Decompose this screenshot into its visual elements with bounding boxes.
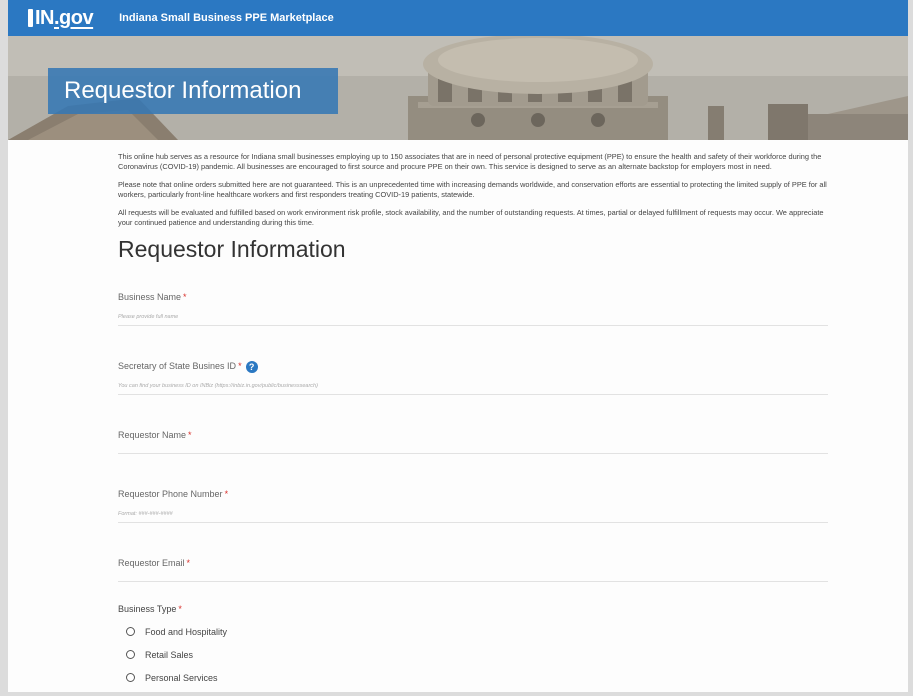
intro-paragraph: This online hub serves as a resource for… bbox=[118, 152, 822, 171]
required-marker: * bbox=[178, 604, 182, 614]
requestor-phone-label: Requestor Phone Number bbox=[118, 489, 223, 499]
radio-button[interactable] bbox=[126, 673, 135, 682]
hero-title: Requestor Information bbox=[48, 68, 338, 114]
in-gov-logo[interactable]: IN .gov bbox=[28, 6, 94, 30]
help-icon[interactable]: ? bbox=[245, 361, 258, 373]
business-type-label-text: Business Type bbox=[118, 604, 177, 614]
radio-option-personal-services[interactable]: Personal Services bbox=[118, 666, 838, 689]
intro-paragraph: Please note that online orders submitted… bbox=[118, 180, 827, 199]
hero-banner: Requestor Information bbox=[8, 36, 908, 140]
radio-button[interactable] bbox=[126, 627, 135, 636]
radio-option-label: Food and Hospitality bbox=[145, 626, 228, 637]
required-marker: * bbox=[224, 489, 229, 499]
requestor-name-label: Requestor Name bbox=[118, 430, 187, 440]
requestor-phone-hint: Format: ###-###-#### bbox=[118, 511, 173, 517]
sos-business-id-field[interactable]: Secretary of State Busines ID *? You can … bbox=[118, 356, 828, 395]
top-header-bar: IN .gov Indiana Small Business PPE Market… bbox=[8, 0, 908, 36]
main-content: This online hub serves as a resource for… bbox=[118, 152, 838, 689]
requestor-name-field[interactable]: Requestor Name * bbox=[118, 425, 828, 454]
required-marker: * bbox=[183, 292, 187, 302]
business-type-label: Business Type * bbox=[118, 604, 838, 614]
form-heading: Requestor Information bbox=[118, 236, 346, 262]
radio-option-label: Retail Sales bbox=[145, 649, 194, 660]
business-name-label: Business Name bbox=[118, 292, 182, 302]
intro-text: This online hub serves as a resource for… bbox=[118, 152, 838, 228]
page: IN .gov Indiana Small Business PPE Market… bbox=[8, 0, 908, 692]
radio-button[interactable] bbox=[126, 650, 135, 659]
logo-suffix: .gov bbox=[54, 6, 94, 29]
business-name-hint: Please provide full name bbox=[118, 314, 179, 320]
sos-business-id-hint: You can find your business ID on INBiz (… bbox=[118, 383, 318, 389]
required-marker: * bbox=[186, 558, 191, 568]
requestor-email-label: Requestor Email bbox=[118, 558, 185, 568]
sos-business-id-label: Secretary of State Busines ID bbox=[118, 361, 237, 371]
requestor-email-field[interactable]: Requestor Email * bbox=[118, 553, 828, 582]
radio-option-retail-sales[interactable]: Retail Sales bbox=[118, 643, 838, 666]
required-marker: * bbox=[188, 430, 192, 440]
logo-mark-icon bbox=[28, 9, 33, 27]
logo-prefix: IN bbox=[35, 6, 55, 29]
radio-option-label: Personal Services bbox=[145, 672, 218, 683]
requestor-phone-field[interactable]: Requestor Phone Number * Format: ###-###-… bbox=[118, 484, 828, 523]
intro-paragraph: All requests will be evaluated and fulfi… bbox=[118, 208, 824, 227]
radio-option-food-and-hospitality[interactable]: Food and Hospitality bbox=[118, 620, 838, 643]
required-marker: * bbox=[238, 361, 242, 371]
business-name-field[interactable]: Business Name * Please provide full name bbox=[118, 287, 828, 326]
site-title[interactable]: Indiana Small Business PPE Marketplace bbox=[119, 12, 334, 24]
